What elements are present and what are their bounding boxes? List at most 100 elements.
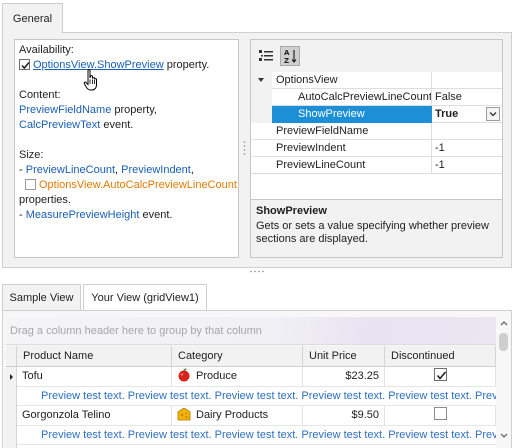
- measure-preview-height-link[interactable]: MeasurePreviewHeight: [26, 209, 140, 221]
- pg-row-showpreview[interactable]: ShowPreview True: [251, 106, 502, 123]
- hand-cursor-icon: [83, 69, 97, 91]
- pg-value[interactable]: False: [432, 89, 502, 106]
- show-preview-suffix: property.: [166, 59, 210, 71]
- property-description-text: Gets or sets a value specifying whether …: [256, 220, 489, 245]
- row-indicator[interactable]: [6, 367, 17, 406]
- size-label: Size:: [19, 149, 44, 161]
- cell-discontinued[interactable]: [385, 367, 496, 387]
- pg-name: ShowPreview: [272, 106, 432, 123]
- preview-text: Preview test text. Preview test text. Pr…: [41, 390, 496, 402]
- chevron-down-icon: [489, 112, 497, 117]
- tab-label: Your View (gridView1): [91, 292, 199, 304]
- pg-name: PreviewLineCount: [272, 157, 432, 174]
- pg-name: PreviewFieldName: [272, 123, 432, 140]
- property-description-panel: ShowPreview Gets or sets a value specify…: [251, 199, 502, 257]
- cell-product-name[interactable]: Gorgonzola Telino: [17, 406, 172, 426]
- column-header-discontinued[interactable]: Discontinued: [385, 346, 496, 367]
- pg-row-previewfieldname[interactable]: PreviewFieldName: [251, 123, 502, 140]
- availability-label: Availability:: [19, 44, 74, 56]
- vertical-scrollbar-thumb[interactable]: [499, 333, 508, 351]
- cell-text: $23.25: [345, 370, 379, 382]
- indicator-header: [6, 346, 17, 367]
- pg-row-autocalc[interactable]: AutoCalcPreviewLineCount False: [251, 89, 502, 106]
- tab-general[interactable]: General: [2, 3, 63, 33]
- description-box: Availability: OptionsView.ShowPreview pr…: [14, 39, 239, 258]
- cell-unit-price[interactable]: $9.50: [303, 406, 385, 426]
- pg-row-optionsview[interactable]: OptionsView: [251, 72, 502, 89]
- scroll-down-arrow-icon[interactable]: [498, 430, 510, 442]
- cell-text: Produce: [196, 370, 237, 382]
- pg-row-previewlinecount[interactable]: PreviewLineCount -1: [251, 157, 502, 174]
- cell-discontinued[interactable]: [385, 406, 496, 426]
- scroll-up-arrow-icon[interactable]: [498, 317, 510, 331]
- pg-row-previewindent[interactable]: PreviewIndent -1: [251, 140, 502, 157]
- cell-unit-price[interactable]: $23.25: [303, 367, 385, 387]
- collapse-triangle-icon[interactable]: [251, 72, 272, 89]
- preview-row: Preview test text. Preview test text. Pr…: [17, 426, 496, 445]
- calc-preview-text-link[interactable]: CalcPreviewText: [19, 119, 100, 131]
- tab-label: Sample View: [9, 292, 74, 304]
- column-header-label: Discontinued: [391, 350, 455, 362]
- checkmark-icon: [436, 371, 446, 380]
- cell-category[interactable]: Produce: [172, 367, 303, 387]
- cell-text: Dairy Products: [196, 409, 269, 421]
- pg-value[interactable]: -1: [432, 157, 502, 174]
- group-panel-text: Drag a column header here to group by th…: [10, 325, 262, 337]
- alphabetical-sort-icon: A Z: [284, 49, 297, 65]
- pg-value-editor[interactable]: True: [432, 106, 502, 123]
- property-description-title: ShowPreview: [256, 205, 327, 217]
- pg-value[interactable]: -1: [432, 140, 502, 157]
- cheese-icon: [177, 407, 191, 421]
- discontinued-checkbox[interactable]: [433, 368, 447, 381]
- categorized-button[interactable]: [256, 46, 276, 66]
- column-header-unit-price[interactable]: Unit Price: [303, 346, 385, 367]
- preview-line-count-link[interactable]: PreviewLineCount: [26, 164, 115, 176]
- group-panel[interactable]: Drag a column header here to group by th…: [6, 317, 496, 345]
- categorized-icon: [259, 50, 273, 61]
- tab-sample-view[interactable]: Sample View: [2, 284, 81, 311]
- properties-text: properties.: [19, 194, 71, 206]
- column-header-product-name[interactable]: Product Name: [17, 346, 172, 367]
- bottom-tab-strip: Sample View Your View (gridView1): [2, 284, 512, 311]
- show-preview-checkbox[interactable]: [19, 59, 30, 70]
- column-header-label: Category: [178, 350, 223, 362]
- focused-row-arrow-icon: [10, 374, 13, 380]
- dropdown-button[interactable]: [486, 107, 500, 121]
- comma-end: ,: [190, 164, 194, 176]
- preview-field-name-suffix: property,: [114, 104, 157, 116]
- tab-general-label: General: [12, 12, 53, 25]
- tab-your-view[interactable]: Your View (gridView1): [83, 284, 207, 311]
- preview-text: Preview test text. Preview test text. Pr…: [41, 429, 496, 441]
- preview-indent-link[interactable]: PreviewIndent: [121, 164, 191, 176]
- cell-product-name[interactable]: Tofu: [17, 367, 172, 387]
- discontinued-checkbox[interactable]: [433, 407, 447, 420]
- column-header-category[interactable]: Category: [172, 346, 303, 367]
- property-grid: A Z OptionsView AutoCalcPreviewLineCount…: [250, 39, 503, 258]
- pg-value[interactable]: [432, 123, 502, 140]
- content-label: Content:: [19, 89, 61, 101]
- preview-row: Preview test text. Preview test text. Pr…: [17, 387, 496, 406]
- cell-text: Tofu: [22, 370, 43, 382]
- alphabetical-button[interactable]: A Z: [280, 46, 300, 66]
- calc-preview-text-suffix: event.: [103, 119, 134, 131]
- dash: -: [19, 164, 26, 176]
- svg-text:Z: Z: [284, 57, 289, 65]
- pg-value: True: [435, 108, 459, 120]
- auto-calc-link[interactable]: OptionsView.AutoCalcPreviewLineCount: [39, 179, 237, 191]
- auto-calc-checkbox[interactable]: [25, 179, 36, 190]
- cell-category[interactable]: Dairy Products: [172, 406, 303, 426]
- property-grid-toolbar: A Z: [251, 40, 502, 72]
- show-preview-line: OptionsView.ShowPreview property.: [19, 58, 234, 73]
- horizontal-splitter-grip[interactable]: [249, 270, 267, 273]
- dash-2: -: [19, 209, 26, 221]
- vertical-splitter-grip[interactable]: [243, 140, 246, 156]
- checkmark-icon: [21, 61, 30, 70]
- pg-name: PreviewIndent: [272, 140, 432, 157]
- svg-text:A: A: [284, 49, 290, 57]
- row-indicator[interactable]: [6, 406, 17, 448]
- measure-suffix: event.: [142, 209, 173, 221]
- apple-icon: [178, 368, 190, 382]
- pg-name: AutoCalcPreviewLineCount: [272, 89, 432, 106]
- cell-text: $9.50: [351, 409, 379, 421]
- preview-field-name-link[interactable]: PreviewFieldName: [19, 104, 111, 116]
